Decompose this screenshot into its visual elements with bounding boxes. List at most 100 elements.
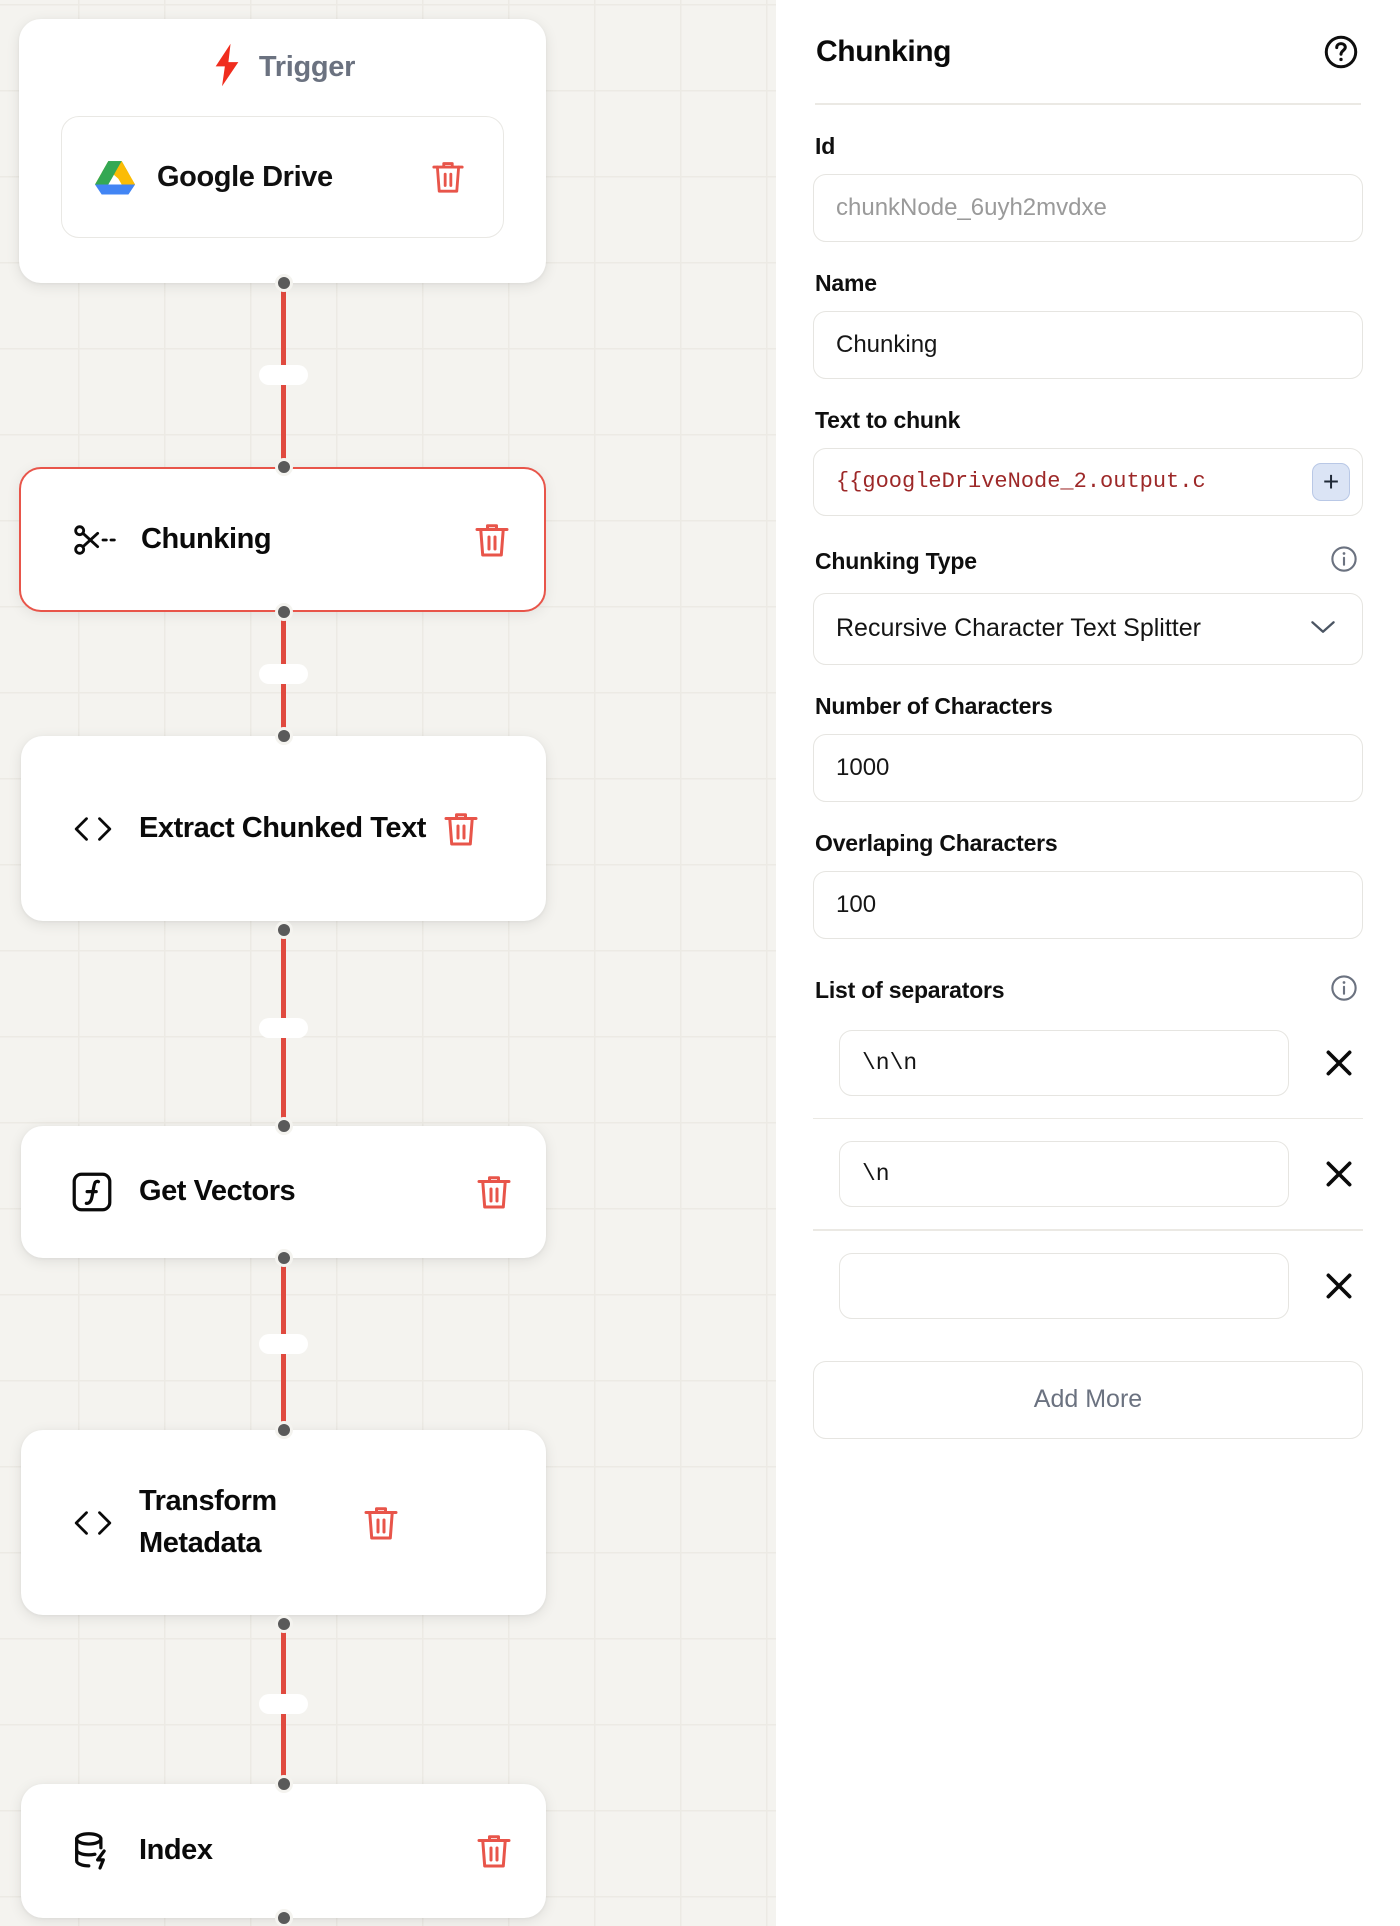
separator-row	[813, 1231, 1363, 1341]
field-label: List of separators	[815, 976, 1005, 1003]
node-title: Get Vectors	[139, 1175, 296, 1208]
overlapping-characters-input[interactable]: 100	[813, 870, 1363, 939]
separator-row: \n	[813, 1119, 1363, 1229]
field-label-row: Number of Characters	[813, 693, 1363, 720]
field-label-row: Name	[813, 270, 1363, 297]
field-label: Overlaping Characters	[815, 829, 1058, 856]
text-to-chunk-input[interactable]: {{googleDriveNode_2.output.c +	[813, 447, 1363, 516]
text-to-chunk-value: {{googleDriveNode_2.output.c	[836, 469, 1206, 494]
panel-header: Chunking	[813, 0, 1363, 103]
workflow-canvas[interactable]: Trigger Google Drive Chunking Extract Ch…	[0, 0, 776, 1926]
trigger-source-label: Google Drive	[157, 160, 333, 193]
node-row: Transform Metadata	[21, 1430, 546, 1615]
node-get-vectors[interactable]: Get Vectors	[21, 1126, 546, 1258]
field-id: Id chunkNode_6uyh2mvdxe	[813, 105, 1363, 242]
workflow-builder: Trigger Google Drive Chunking Extract Ch…	[0, 0, 1400, 1926]
port-dot[interactable]	[274, 1421, 293, 1439]
separator-row: \n\n	[813, 1008, 1363, 1118]
chevron-down-icon	[1310, 614, 1336, 643]
separator-input[interactable]	[839, 1252, 1289, 1319]
google-drive-icon	[95, 159, 137, 195]
port-dot[interactable]	[274, 1249, 293, 1267]
port-dot[interactable]	[274, 458, 293, 476]
info-circle-icon[interactable]	[1329, 544, 1359, 579]
port-dot[interactable]	[274, 727, 293, 745]
edge-add-slot[interactable]	[259, 664, 308, 684]
trash-icon[interactable]	[359, 1503, 403, 1543]
node-title: Index	[139, 1834, 213, 1867]
field-label: Number of Characters	[815, 692, 1053, 719]
port-dot[interactable]	[274, 274, 293, 292]
port-dot[interactable]	[274, 1117, 293, 1135]
plus-icon[interactable]: +	[1312, 462, 1350, 501]
trash-icon[interactable]	[470, 520, 514, 560]
node-row: Index	[21, 1784, 546, 1918]
close-x-icon[interactable]	[1315, 1157, 1363, 1191]
close-x-icon[interactable]	[1315, 1046, 1363, 1080]
node-chunking[interactable]: Chunking	[19, 467, 546, 612]
edge-add-slot[interactable]	[259, 365, 308, 385]
field-label: Text to chunk	[815, 406, 961, 433]
port-dot[interactable]	[274, 1909, 293, 1926]
id-input[interactable]: chunkNode_6uyh2mvdxe	[813, 173, 1363, 242]
node-row: Get Vectors	[21, 1126, 546, 1258]
properties-panel: Chunking Id chunkNode_6uyh2mvdxe Name Ch…	[776, 0, 1400, 1926]
node-title: Extract Chunked Text	[139, 811, 426, 844]
port-dot[interactable]	[274, 1615, 293, 1633]
add-more-button[interactable]: Add More	[813, 1360, 1363, 1439]
trigger-source-card[interactable]: Google Drive	[61, 116, 504, 238]
node-title: Transform Metadata	[139, 1484, 277, 1559]
field-label-row: List of separators	[813, 973, 1363, 1008]
trash-icon[interactable]	[439, 809, 483, 849]
separator-input[interactable]: \n\n	[839, 1029, 1289, 1096]
field-label: Name	[815, 269, 877, 296]
chunking-type-value: Recursive Character Text Splitter	[836, 614, 1201, 642]
edge-add-slot[interactable]	[259, 1694, 308, 1714]
field-overlapping-characters: Overlaping Characters 100	[813, 802, 1363, 939]
edge-transform-to-index	[259, 1624, 308, 1784]
edge-add-slot[interactable]	[259, 1334, 308, 1354]
node-transform-metadata[interactable]: Transform Metadata	[21, 1430, 546, 1615]
separator-input[interactable]: \n	[839, 1141, 1289, 1207]
edge-extract-to-vectors	[259, 930, 308, 1126]
edge-trigger-to-chunking	[259, 283, 308, 467]
field-separators: List of separators \n\n \n Add More	[813, 939, 1363, 1439]
field-label-row: Chunking Type	[813, 544, 1363, 579]
trigger-header: Trigger	[19, 19, 546, 116]
chunking-type-select[interactable]: Recursive Character Text Splitter	[813, 592, 1363, 665]
node-index[interactable]: Index	[21, 1784, 546, 1918]
field-label-row: Overlaping Characters	[813, 830, 1363, 857]
close-x-icon[interactable]	[1315, 1269, 1363, 1303]
question-circle-icon[interactable]	[1322, 33, 1360, 71]
code-brackets-icon	[71, 814, 117, 844]
name-input[interactable]: Chunking	[813, 310, 1363, 379]
info-circle-icon[interactable]	[1329, 973, 1359, 1008]
port-dot[interactable]	[274, 921, 293, 939]
field-text-to-chunk: Text to chunk {{googleDriveNode_2.output…	[813, 379, 1363, 516]
lightning-bolt-icon	[210, 43, 244, 92]
scissors-icon	[73, 524, 119, 556]
field-label: Id	[815, 132, 836, 159]
trash-icon[interactable]	[472, 1172, 516, 1212]
node-row: Chunking	[21, 469, 544, 610]
field-name: Name Chunking	[813, 242, 1363, 379]
function-icon	[71, 1171, 117, 1213]
number-of-characters-input[interactable]: 1000	[813, 733, 1363, 802]
port-dot[interactable]	[274, 1775, 293, 1793]
trash-icon[interactable]	[472, 1831, 516, 1871]
trigger-label: Trigger	[258, 51, 356, 83]
node-row: Extract Chunked Text	[21, 736, 546, 921]
field-label-row: Text to chunk	[813, 407, 1363, 434]
port-dot[interactable]	[274, 603, 293, 621]
edge-chunking-to-extract	[259, 612, 308, 736]
field-label-row: Id	[813, 133, 1363, 160]
field-number-of-characters: Number of Characters 1000	[813, 665, 1363, 802]
edge-vectors-to-transform	[259, 1258, 308, 1430]
panel-title: Chunking	[816, 34, 952, 68]
field-chunking-type: Chunking Type Recursive Character Text S…	[813, 516, 1363, 665]
trash-icon[interactable]	[426, 158, 470, 196]
trigger-node[interactable]: Trigger Google Drive	[19, 19, 546, 283]
node-extract-chunked-text[interactable]: Extract Chunked Text	[21, 736, 546, 921]
field-label: Chunking Type	[815, 547, 977, 574]
edge-add-slot[interactable]	[259, 1018, 308, 1038]
